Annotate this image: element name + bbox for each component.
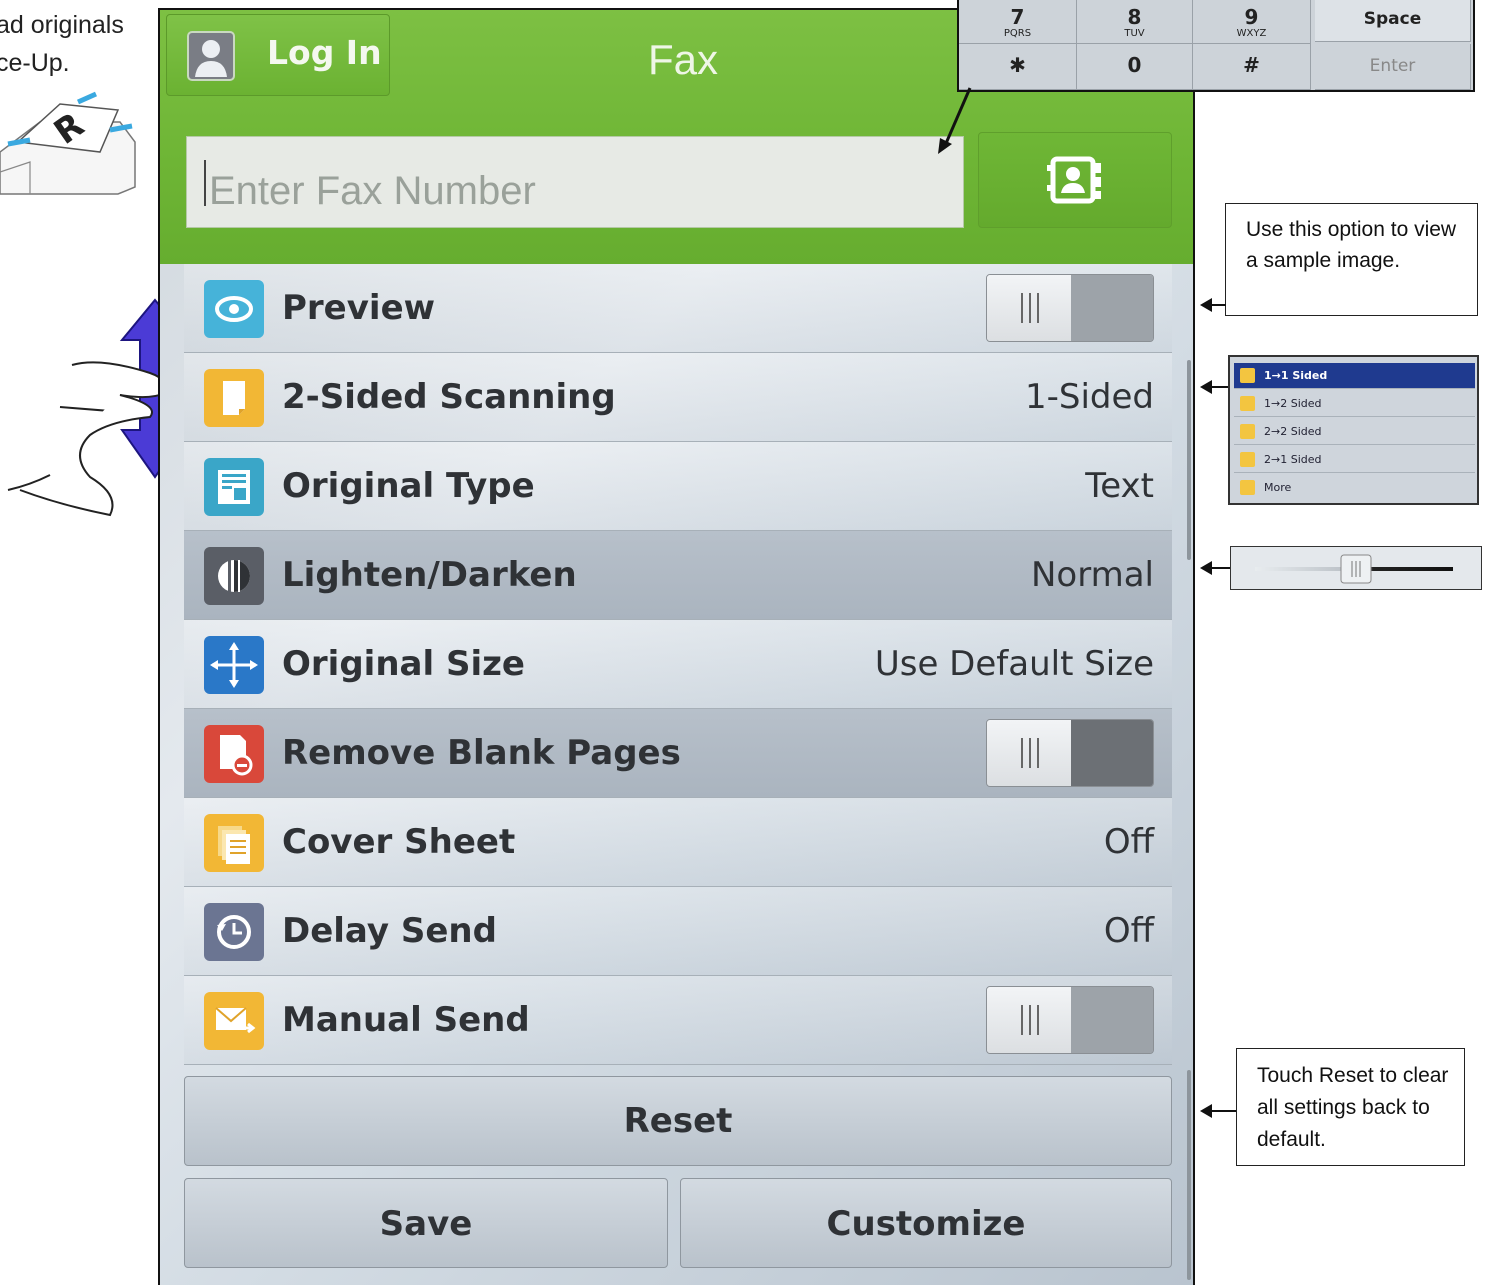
keypad-inset: 7 PQRS 8 TUV 9 WXYZ Space ✱ 0 # Enter xyxy=(957,0,1475,92)
key-space[interactable]: Space xyxy=(1315,0,1471,42)
sided-options-menu: 1→1 Sided 1→2 Sided 2→2 Sided 2→1 Sided … xyxy=(1228,355,1479,505)
setting-row-lighten-darken[interactable]: Lighten/Darken Normal xyxy=(184,531,1172,620)
fax-number-input[interactable] xyxy=(186,136,964,228)
sided-option-icon xyxy=(1240,452,1255,467)
save-button[interactable]: Save xyxy=(184,1178,668,1268)
reset-callout: Touch Reset to clear all settings back t… xyxy=(1236,1048,1465,1166)
scrollbar[interactable] xyxy=(1187,360,1191,560)
manual-send-toggle[interactable] xyxy=(986,986,1154,1054)
preview-callout: Use this option to view a sample image. xyxy=(1225,203,1478,316)
setting-name: Delay Send xyxy=(282,911,497,951)
sided-option[interactable]: 1→1 Sided xyxy=(1234,363,1475,389)
document-type-icon xyxy=(204,458,264,516)
setting-row-original-type[interactable]: Original Type Text xyxy=(184,442,1172,531)
setting-value: Off xyxy=(1103,911,1154,951)
scrollbar-lower[interactable] xyxy=(1187,1070,1191,1280)
preview-callout-arrow xyxy=(1200,298,1226,312)
setting-value: Text xyxy=(1085,466,1154,506)
setting-value: 1-Sided xyxy=(1024,377,1154,417)
sided-menu-arrow xyxy=(1200,380,1228,394)
cover-sheet-icon xyxy=(204,814,264,872)
more-option[interactable]: More xyxy=(1234,475,1475,501)
instruction-line-2: ce-Up. xyxy=(0,49,70,77)
address-book-icon xyxy=(1047,156,1101,204)
key-star[interactable]: ✱ xyxy=(959,44,1077,90)
setting-name: Manual Send xyxy=(282,1000,530,1040)
resize-arrows-icon xyxy=(204,636,264,694)
login-button[interactable]: Log In xyxy=(166,14,390,96)
remove-blank-pages-toggle[interactable] xyxy=(986,719,1154,787)
setting-name: Remove Blank Pages xyxy=(282,733,681,773)
sided-option[interactable]: 1→2 Sided xyxy=(1234,391,1475,417)
setting-value: Use Default Size xyxy=(874,644,1154,684)
login-label: Log In xyxy=(267,33,382,72)
app-title: Fax xyxy=(648,36,719,83)
density-slider[interactable] xyxy=(1231,547,1481,589)
setting-row-remove-blank-pages[interactable]: Remove Blank Pages xyxy=(184,709,1172,798)
clock-icon xyxy=(204,903,264,961)
sided-option[interactable]: 2→2 Sided xyxy=(1234,419,1475,445)
setting-name: Original Type xyxy=(282,466,535,506)
remove-page-icon xyxy=(204,725,264,783)
setting-row-2-sided-scanning[interactable]: 2-Sided Scanning 1-Sided xyxy=(184,353,1172,442)
sided-option-icon xyxy=(1240,368,1255,383)
keypad-pointer-arrow xyxy=(938,87,972,154)
reset-callout-arrow xyxy=(1200,1104,1236,1118)
setting-name: Lighten/Darken xyxy=(282,555,577,595)
setting-row-cover-sheet[interactable]: Cover Sheet Off xyxy=(184,798,1172,887)
setting-value: Off xyxy=(1103,822,1154,862)
sided-option-icon xyxy=(1240,396,1255,411)
eye-icon xyxy=(204,280,264,338)
key-9[interactable]: 9 WXYZ xyxy=(1193,0,1311,44)
key-8[interactable]: 8 TUV xyxy=(1077,0,1193,44)
key-hash[interactable]: # xyxy=(1193,44,1311,90)
customize-button[interactable]: Customize xyxy=(680,1178,1172,1268)
setting-value: Normal xyxy=(1030,555,1154,595)
slider-arrow xyxy=(1200,561,1230,575)
text-cursor xyxy=(204,160,206,206)
setting-name: Preview xyxy=(282,288,436,328)
setting-row-original-size[interactable]: Original Size Use Default Size xyxy=(184,620,1172,709)
setting-row-delay-send[interactable]: Delay Send Off xyxy=(184,887,1172,976)
page-icon xyxy=(204,369,264,427)
sided-option[interactable]: 2→1 Sided xyxy=(1234,447,1475,473)
address-book-button[interactable] xyxy=(978,132,1172,228)
instruction-text: ad originals ce-Up. xyxy=(0,6,124,82)
key-7[interactable]: 7 PQRS xyxy=(959,0,1077,44)
settings-list: Preview 2-Sided Scanning 1-Sided Origina… xyxy=(184,264,1172,1065)
setting-name: 2-Sided Scanning xyxy=(282,377,616,417)
more-icon xyxy=(1240,480,1255,495)
document-feeder-illustration: R xyxy=(0,91,136,195)
preview-callout-text: Use this option to view a sample image. xyxy=(1246,218,1457,272)
envelope-icon xyxy=(204,992,264,1050)
reset-callout-text: Touch Reset to clear all settings back t… xyxy=(1257,1064,1449,1151)
preview-toggle[interactable] xyxy=(986,274,1154,342)
key-enter[interactable]: Enter xyxy=(1315,44,1471,90)
setting-name: Original Size xyxy=(282,644,525,684)
reset-button[interactable]: Reset xyxy=(184,1076,1172,1166)
setting-name: Cover Sheet xyxy=(282,822,516,862)
setting-row-preview[interactable]: Preview xyxy=(184,264,1172,353)
instruction-line-1: ad originals xyxy=(0,11,124,39)
user-avatar-icon xyxy=(187,31,235,81)
sided-option-icon xyxy=(1240,424,1255,439)
contrast-icon xyxy=(204,547,264,605)
fax-screen: Log In Fax Preview 2-Side xyxy=(158,8,1195,1285)
key-0[interactable]: 0 xyxy=(1077,44,1193,90)
lighten-darken-slider-inset xyxy=(1230,546,1482,590)
setting-row-manual-send[interactable]: Manual Send xyxy=(184,976,1172,1065)
